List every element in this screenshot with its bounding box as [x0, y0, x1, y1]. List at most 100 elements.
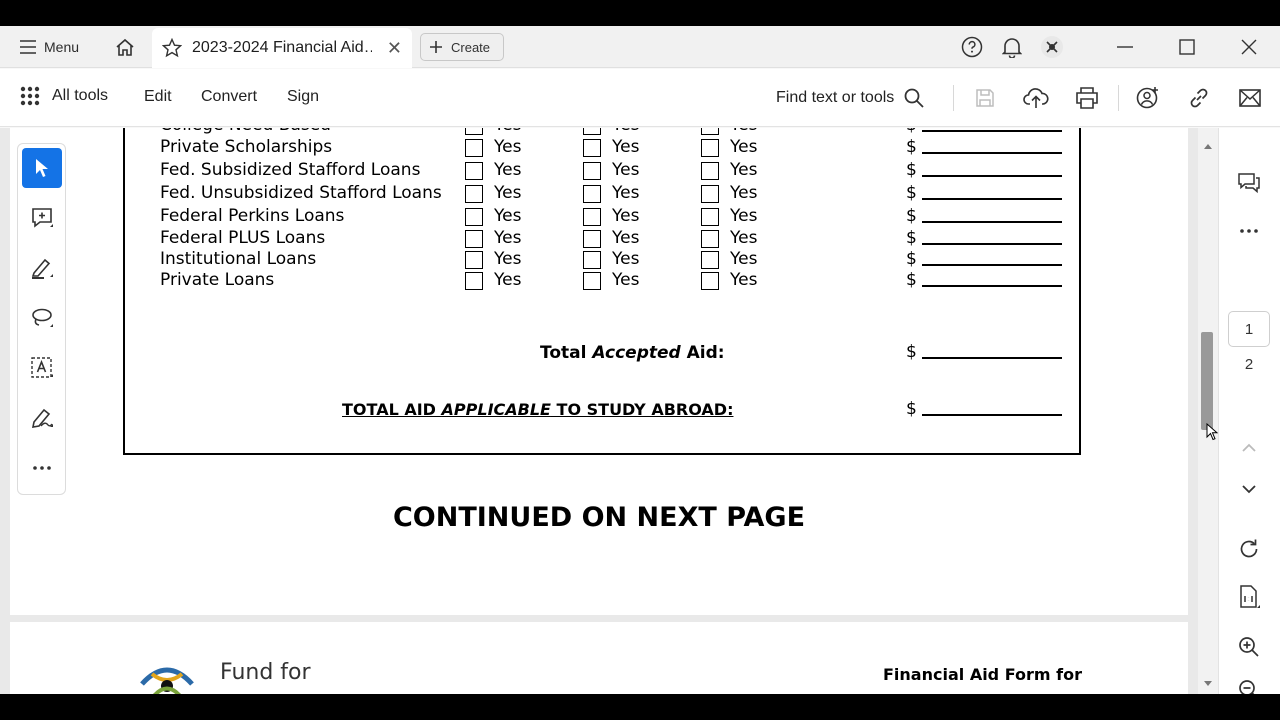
- share-people-button[interactable]: [1133, 83, 1163, 113]
- yes-checkbox[interactable]: [583, 251, 601, 269]
- yes-label: Yes: [730, 160, 758, 180]
- yes-checkbox[interactable]: [583, 185, 601, 203]
- yes-label: Yes: [612, 137, 640, 157]
- yes-checkbox[interactable]: [701, 162, 719, 180]
- continued-notice: CONTINUED ON NEXT PAGE: [392, 502, 806, 533]
- yes-checkbox[interactable]: [583, 128, 601, 135]
- upload-button[interactable]: [1021, 83, 1051, 113]
- toolbar-divider: [1118, 85, 1119, 111]
- all-tools-label: All tools: [52, 87, 109, 104]
- yes-checkbox[interactable]: [701, 185, 719, 203]
- yes-checkbox[interactable]: [701, 139, 719, 157]
- print-button[interactable]: [1072, 83, 1102, 113]
- minimize-button[interactable]: [1094, 27, 1156, 67]
- highlight-tool[interactable]: [22, 248, 62, 288]
- add-comment-tool[interactable]: [22, 198, 62, 238]
- email-button[interactable]: [1235, 83, 1265, 113]
- menu-button[interactable]: Menu: [12, 34, 87, 60]
- convert-menu[interactable]: Convert: [201, 88, 257, 106]
- edit-menu[interactable]: Edit: [144, 88, 172, 106]
- scrollbar-thumb[interactable]: [1201, 332, 1213, 430]
- yes-checkbox[interactable]: [583, 208, 601, 226]
- actual-size-button[interactable]: [1232, 580, 1266, 614]
- sign-menu[interactable]: Sign: [287, 88, 319, 106]
- aid-type-label: Institutional Loans: [160, 249, 317, 269]
- link-icon: [1190, 88, 1208, 108]
- total-applicable-field[interactable]: [922, 414, 1062, 416]
- more-tools-button[interactable]: [22, 448, 62, 488]
- yes-checkbox[interactable]: [465, 251, 483, 269]
- aid-row: Federal PLUS Loans Yes Yes Yes $: [160, 228, 1080, 248]
- find-text-button[interactable]: Find text or tools: [776, 88, 924, 108]
- amount-field[interactable]: [922, 243, 1062, 245]
- draw-tool[interactable]: [22, 298, 62, 338]
- comments-icon: [1238, 173, 1260, 194]
- all-tools-button[interactable]: All tools: [20, 86, 108, 106]
- sign-tool[interactable]: [22, 398, 62, 438]
- save-button[interactable]: [970, 83, 1000, 113]
- yes-checkbox[interactable]: [465, 230, 483, 248]
- close-window-button[interactable]: [1218, 27, 1280, 67]
- yes-checkbox[interactable]: [701, 230, 719, 248]
- minimize-icon: [1117, 46, 1133, 48]
- help-button[interactable]: [952, 27, 992, 67]
- current-page-input[interactable]: 1: [1228, 311, 1270, 347]
- amount-field[interactable]: [922, 264, 1062, 266]
- rotate-button[interactable]: [1232, 532, 1266, 566]
- yes-checkbox[interactable]: [465, 185, 483, 203]
- account-button[interactable]: [1032, 27, 1072, 67]
- amount-field[interactable]: [922, 152, 1062, 154]
- yes-checkbox[interactable]: [583, 162, 601, 180]
- next-page-button[interactable]: [1232, 472, 1266, 506]
- menu-label: Menu: [44, 39, 80, 55]
- comment-plus-icon: [32, 208, 53, 228]
- zoom-out-button[interactable]: [1232, 673, 1266, 694]
- yes-checkbox[interactable]: [701, 251, 719, 269]
- document-viewport[interactable]: College Need-BasedYesYesYes$Private Scho…: [0, 128, 1200, 694]
- tab-document[interactable]: 2023-2024 Financial Aid… ✕: [152, 28, 412, 68]
- plus-icon: [430, 41, 442, 53]
- home-button[interactable]: [110, 34, 140, 60]
- chevron-down-icon: [1242, 484, 1256, 493]
- yes-checkbox[interactable]: [465, 139, 483, 157]
- panel-more-button[interactable]: [1232, 214, 1266, 248]
- notifications-button[interactable]: [992, 27, 1032, 67]
- yes-checkbox[interactable]: [583, 230, 601, 248]
- create-button[interactable]: Create: [420, 33, 504, 61]
- yes-checkbox[interactable]: [465, 128, 483, 135]
- yes-checkbox[interactable]: [701, 272, 719, 290]
- yes-checkbox[interactable]: [701, 208, 719, 226]
- yes-checkbox[interactable]: [701, 128, 719, 135]
- yes-checkbox[interactable]: [465, 208, 483, 226]
- star-icon[interactable]: [162, 38, 182, 58]
- mouse-cursor-icon: [1206, 423, 1218, 441]
- amount-field[interactable]: [922, 130, 1062, 132]
- select-tool[interactable]: [22, 148, 62, 188]
- vertical-scrollbar[interactable]: [1198, 128, 1218, 694]
- yes-checkbox[interactable]: [465, 162, 483, 180]
- amount-field[interactable]: [922, 221, 1062, 223]
- total-accepted-field[interactable]: [922, 357, 1062, 359]
- text-box-tool[interactable]: [22, 348, 62, 388]
- toolbar-divider: [953, 85, 954, 111]
- yes-checkbox[interactable]: [465, 272, 483, 290]
- close-tab-icon[interactable]: ✕: [387, 38, 402, 59]
- yes-checkbox[interactable]: [583, 272, 601, 290]
- amount-field[interactable]: [922, 175, 1062, 177]
- zoom-in-button[interactable]: [1232, 630, 1266, 664]
- amount-field[interactable]: [922, 285, 1062, 287]
- amount-field[interactable]: [922, 198, 1062, 200]
- aid-type-label: Fed. Subsidized Stafford Loans: [160, 160, 421, 180]
- comments-button[interactable]: [1232, 166, 1266, 200]
- yes-checkbox[interactable]: [583, 139, 601, 157]
- yes-label: Yes: [494, 160, 522, 180]
- copy-link-button[interactable]: [1184, 83, 1214, 113]
- scroll-down-arrow-icon[interactable]: [1203, 680, 1213, 688]
- previous-page-button[interactable]: [1232, 430, 1266, 464]
- page2-heading: Financial Aid Form for: [883, 665, 1082, 684]
- scroll-up-arrow-icon[interactable]: [1203, 142, 1213, 150]
- create-label: Create: [451, 39, 491, 55]
- dollar-sign: $: [906, 228, 917, 248]
- maximize-icon: [1179, 39, 1195, 55]
- maximize-button[interactable]: [1156, 27, 1218, 67]
